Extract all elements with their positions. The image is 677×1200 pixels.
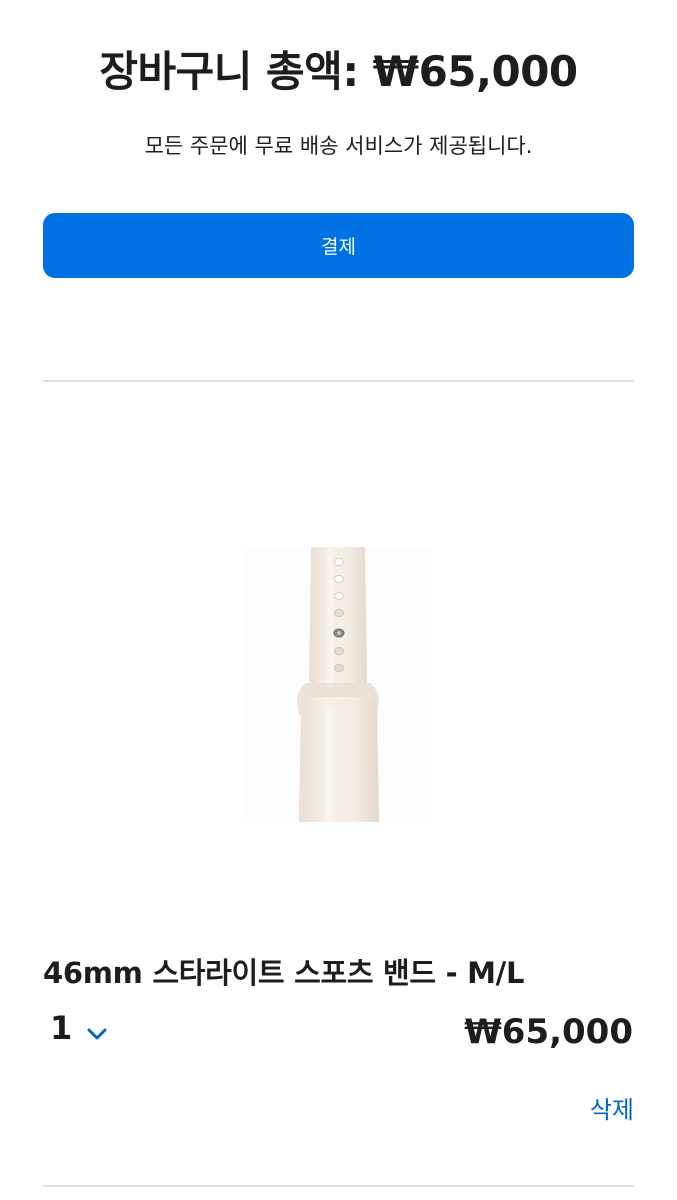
bottom-divider [43, 1185, 634, 1187]
remove-button[interactable]: 삭제 [590, 1092, 634, 1128]
quantity-select[interactable]: 1 [50, 1006, 108, 1050]
chevron-down-icon [86, 1026, 108, 1045]
cart-total-title: 장바구니 총액: ₩65,000 [99, 47, 578, 96]
quantity-value: 1 [50, 1009, 73, 1047]
watch-band-image [297, 547, 379, 822]
checkout-button[interactable]: 결제 [43, 213, 634, 278]
top-divider [43, 380, 634, 382]
free-shipping-notice: 모든 주문에 무료 배송 서비스가 제공됩니다. [144, 134, 533, 158]
product-name[interactable]: 46mm 스타라이트 스포츠 밴드 - M/L [43, 952, 524, 994]
product-image[interactable] [243, 547, 433, 822]
item-price: ₩65,000 [464, 1012, 633, 1052]
